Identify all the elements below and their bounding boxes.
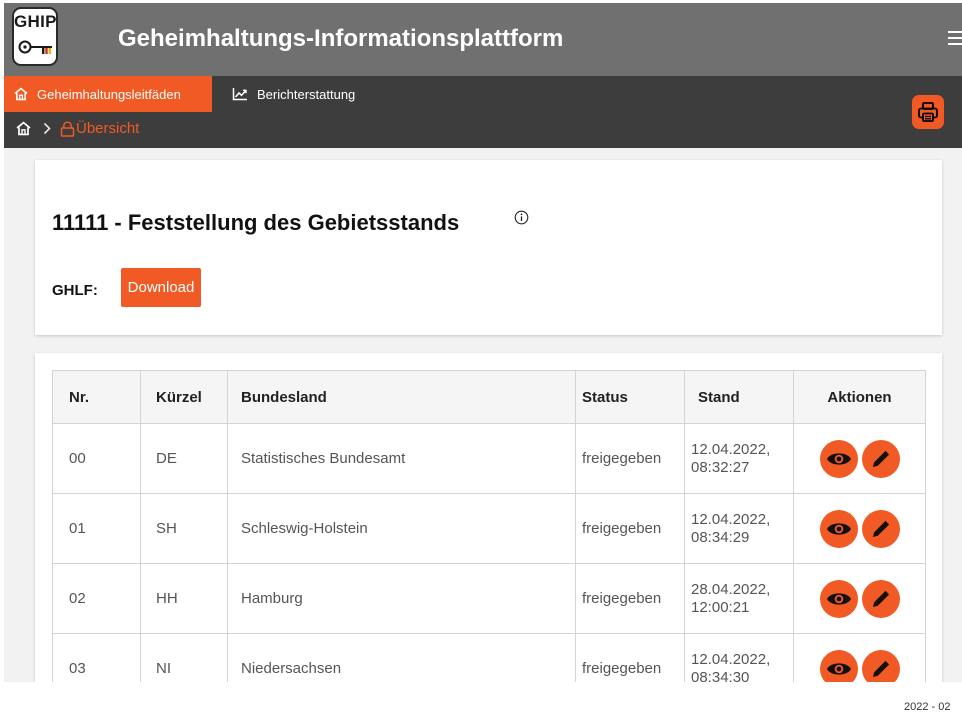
- main-nav: Geheimhaltungsleitfäden Berichterstattun…: [4, 76, 962, 148]
- table-row: 01 SH Schleswig-Holstein freigegeben 12.…: [52, 493, 926, 564]
- eye-icon: [826, 592, 851, 605]
- cell-kuerzel: SH: [140, 493, 228, 564]
- tab-berichterstattung[interactable]: Berichterstattung: [222, 76, 367, 112]
- edit-button[interactable]: [861, 439, 900, 478]
- app-window: GHIP Geheimhaltungs-Informationsplattfor…: [4, 3, 962, 682]
- cell-actions: [793, 563, 926, 634]
- cell-bundesland: Hamburg: [227, 563, 576, 634]
- cell-nr: 01: [52, 493, 141, 564]
- edit-button[interactable]: [861, 649, 900, 682]
- cell-nr: 03: [52, 633, 141, 682]
- stand-time: 08:34:29: [691, 528, 750, 546]
- table-card: Nr. Kürzel Bundesland Status Stand Aktio…: [35, 353, 942, 682]
- tab-geheimhaltungsleitfaeden[interactable]: Geheimhaltungsleitfäden: [4, 76, 212, 112]
- stand-time: 12:00:21: [691, 598, 750, 616]
- tab-label: Geheimhaltungsleitfäden: [37, 86, 181, 102]
- stand-time: 08:34:30: [691, 668, 750, 683]
- pencil-icon: [872, 590, 889, 607]
- stand-date: 28.04.2022,: [691, 580, 771, 598]
- table-row: 00 DE Statistisches Bundesamt freigegebe…: [52, 423, 926, 494]
- breadcrumb-current[interactable]: Übersicht: [60, 120, 139, 137]
- breadcrumb-current-label: Übersicht: [76, 120, 140, 137]
- column-header-bundesland[interactable]: Bundesland: [227, 370, 576, 424]
- top-header: GHIP Geheimhaltungs-Informationsplattfor…: [4, 3, 962, 76]
- eye-icon: [826, 662, 851, 675]
- cell-bundesland: Niedersachsen: [227, 633, 576, 682]
- cell-actions: [793, 493, 926, 564]
- home-icon: [14, 87, 28, 101]
- cell-stand: 12.04.2022, 08:32:27: [684, 423, 794, 494]
- column-header-kuerzel[interactable]: Kürzel: [140, 370, 228, 424]
- stand-date: 12.04.2022,: [691, 650, 771, 668]
- line-chart-icon: [232, 87, 248, 101]
- logo-text: GHIP: [14, 12, 57, 31]
- view-button[interactable]: [819, 649, 858, 682]
- cell-stand: 28.04.2022, 12:00:21: [684, 563, 794, 634]
- printer-icon: [918, 102, 938, 122]
- cell-bundesland: Statistisches Bundesamt: [227, 423, 576, 494]
- stand-date: 12.04.2022,: [691, 510, 771, 528]
- cell-kuerzel: HH: [140, 563, 228, 634]
- pencil-icon: [872, 660, 889, 677]
- download-button[interactable]: Download: [121, 268, 201, 307]
- app-logo[interactable]: GHIP: [12, 7, 58, 66]
- table-header-row: Nr. Kürzel Bundesland Status Stand Aktio…: [52, 370, 926, 424]
- stand-time: 08:32:27: [691, 458, 750, 476]
- table-row: 02 HH Hamburg freigegeben 28.04.2022, 12:…: [52, 563, 926, 634]
- view-button[interactable]: [819, 579, 858, 618]
- edit-button[interactable]: [861, 509, 900, 548]
- view-button[interactable]: [819, 439, 858, 478]
- eye-icon: [826, 522, 851, 535]
- print-button[interactable]: [912, 95, 944, 129]
- eye-icon: [826, 452, 851, 465]
- chevron-right-icon: [43, 122, 51, 135]
- cell-actions: [793, 633, 926, 682]
- cell-stand: 12.04.2022, 08:34:29: [684, 493, 794, 564]
- cell-nr: 00: [52, 423, 141, 494]
- cell-kuerzel: DE: [140, 423, 228, 494]
- bundesland-table: Nr. Kürzel Bundesland Status Stand Aktio…: [52, 370, 926, 682]
- breadcrumb: Übersicht: [16, 120, 139, 137]
- edit-button[interactable]: [861, 579, 900, 618]
- cell-status: freigegeben: [575, 633, 685, 682]
- cell-stand: 12.04.2022, 08:34:30: [684, 633, 794, 683]
- lock-icon: [60, 120, 75, 137]
- cell-status: freigegeben: [575, 423, 685, 494]
- column-header-nr[interactable]: Nr.: [52, 370, 141, 424]
- ghlf-label: GHLF:: [52, 282, 98, 299]
- cell-nr: 02: [52, 563, 141, 634]
- page-title: 11111 - Feststellung des Gebietsstands: [52, 210, 460, 235]
- table-row: 03 NI Niedersachsen freigegeben 12.04.20…: [52, 633, 926, 683]
- info-icon[interactable]: [514, 210, 529, 225]
- info-card: 11111 - Feststellung des Gebietsstands G…: [35, 160, 942, 335]
- pencil-icon: [872, 520, 889, 537]
- cell-actions: [793, 423, 926, 494]
- stand-date: 12.04.2022,: [691, 440, 771, 458]
- tab-label: Berichterstattung: [257, 86, 356, 102]
- cell-bundesland: Schleswig-Holstein: [227, 493, 576, 564]
- pencil-icon: [872, 450, 889, 467]
- column-header-aktionen: Aktionen: [793, 370, 926, 424]
- cell-status: freigegeben: [575, 563, 685, 634]
- cell-status: freigegeben: [575, 493, 685, 564]
- hamburger-icon[interactable]: [948, 31, 962, 49]
- app-title: Geheimhaltungs-Informationsplattform: [118, 25, 564, 52]
- cell-kuerzel: NI: [140, 633, 228, 682]
- footer-text: 2022 - 02: [904, 701, 951, 713]
- breadcrumb-home-icon[interactable]: [16, 121, 31, 136]
- column-header-stand[interactable]: Stand: [684, 370, 794, 424]
- key-icon: [18, 40, 52, 54]
- view-button[interactable]: [819, 509, 858, 548]
- column-header-status[interactable]: Status: [575, 370, 685, 424]
